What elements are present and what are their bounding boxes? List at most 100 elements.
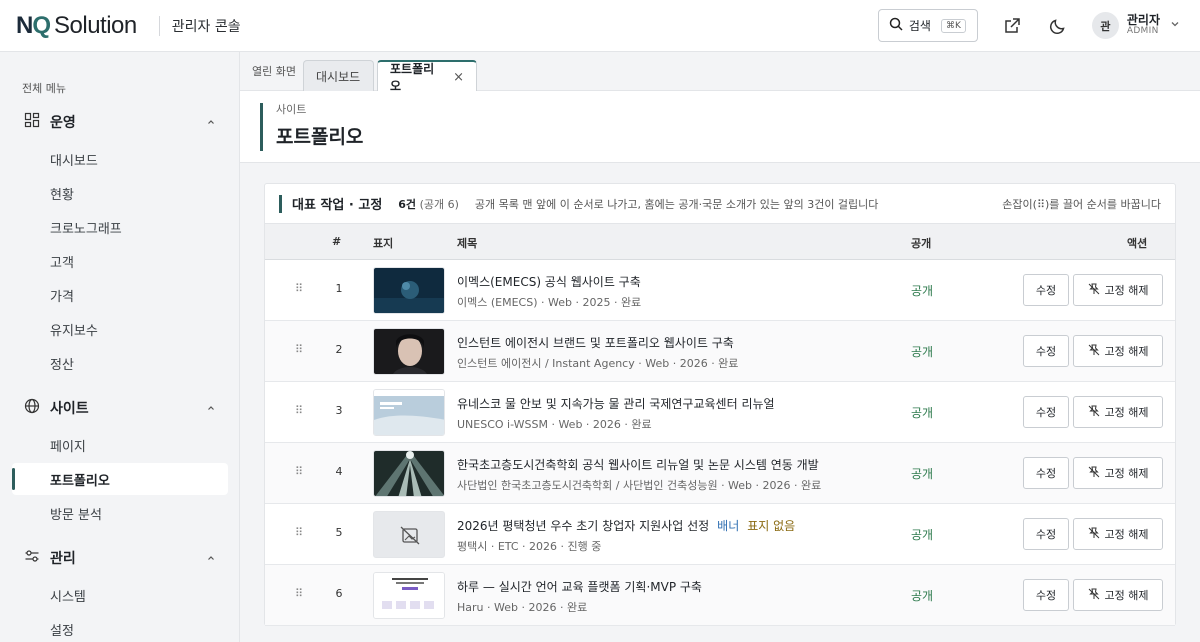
tab-label: 대시보드 — [316, 69, 361, 84]
console-title: 관리자 콘솔 — [171, 18, 241, 35]
panel-description: 공개 목록 맨 앞에 이 순서로 나가고, 홈에는 공개·국문 소개가 있는 앞… — [474, 197, 879, 211]
banner-badge: 배너 — [717, 519, 740, 533]
edit-button[interactable]: 수정 — [1023, 457, 1069, 489]
page-title-accent — [260, 103, 263, 151]
row-title[interactable]: 인스턴트 에이전시 브랜드 및 포트폴리오 웹사이트 구축 — [457, 334, 897, 351]
sidebar-group-admin[interactable]: 관리 — [0, 543, 240, 573]
sidebar-item-system[interactable]: 시스템 — [12, 579, 228, 611]
globe-icon — [24, 398, 40, 418]
unpin-label: 고정 해제 — [1104, 345, 1149, 358]
pin-off-icon — [1088, 283, 1100, 298]
drag-handle-icon[interactable]: ⠿ — [295, 282, 303, 295]
edit-button[interactable]: 수정 — [1023, 579, 1069, 611]
sidebar-group-label: 관리 — [50, 551, 76, 567]
no-cover-badge: 표지 없음 — [747, 519, 796, 533]
unpin-button[interactable]: 고정 해제 — [1073, 579, 1163, 611]
row-title[interactable]: 이멕스(EMECS) 공식 웹사이트 구축 — [457, 273, 897, 290]
sidebar-item-maintenance[interactable]: 유지보수 — [12, 313, 228, 345]
tab-label: 포트폴리오 — [390, 62, 435, 93]
row-meta: 사단법인 한국초고층도시건축학회 / 사단법인 건축성능원 · Web · 20… — [457, 479, 822, 492]
table-header: # 표지 제목 공개 액션 — [265, 223, 1175, 260]
row-title[interactable]: 2026년 평택청년 우수 초기 창업자 지원사업 선정 — [457, 519, 709, 533]
tab-portfolio[interactable]: 포트폴리오 × — [377, 60, 477, 93]
table-body: ⠿ 1 이멕스(EMECS) 공식 웹사이트 구축 이멕스 (EMECS) · … — [265, 260, 1175, 626]
drag-handle-icon[interactable]: ⠿ — [295, 526, 303, 539]
drag-handle-icon[interactable]: ⠿ — [295, 404, 303, 417]
edit-button[interactable]: 수정 — [1023, 335, 1069, 367]
status-badge: 공개 — [911, 284, 934, 298]
external-link-icon[interactable] — [1000, 14, 1024, 38]
sidebar-item-pricing[interactable]: 가격 — [12, 279, 228, 311]
sidebar-caption: 전체 메뉴 — [22, 82, 66, 95]
table-row: ⠿ 5 2026년 평택청년 우수 초기 창업자 지원사업 선정 배너 표지 없음 … — [265, 504, 1175, 565]
no-cover-placeholder — [373, 511, 445, 558]
status-badge: 공개 — [911, 406, 934, 420]
cover-thumbnail — [373, 389, 445, 436]
search-button[interactable]: 검색 ⌘K — [877, 9, 978, 42]
user-role: ADMIN — [1126, 26, 1159, 37]
sidebar-item-status[interactable]: 현황 — [12, 177, 228, 209]
sidebar-item-customers[interactable]: 고객 — [12, 245, 228, 277]
row-number: 5 — [335, 526, 343, 539]
col-title: 제목 — [457, 237, 478, 250]
edit-button[interactable]: 수정 — [1023, 274, 1069, 306]
dark-mode-icon[interactable] — [1046, 14, 1070, 38]
sidebar-group-site[interactable]: 사이트 — [0, 393, 240, 423]
table-row: ⠿ 1 이멕스(EMECS) 공식 웹사이트 구축 이멕스 (EMECS) · … — [265, 260, 1175, 321]
tab-dashboard[interactable]: 대시보드 — [303, 60, 374, 91]
drag-handle-icon[interactable]: ⠿ — [295, 343, 303, 356]
sidebar-item-settlement[interactable]: 정산 — [12, 347, 228, 379]
row-meta: UNESCO i-WSSM · Web · 2026 · 완료 — [457, 418, 652, 431]
cover-thumbnail — [373, 572, 445, 619]
unpin-label: 고정 해제 — [1104, 284, 1149, 297]
search-label: 검색 — [908, 19, 931, 33]
edit-button[interactable]: 수정 — [1023, 518, 1069, 550]
sidebar-item-visit-analytics[interactable]: 방문 분석 — [12, 497, 228, 529]
panel-title: 대표 작업 · 고정 — [292, 198, 383, 213]
pin-off-icon — [1088, 466, 1100, 481]
row-number: 1 — [335, 282, 343, 295]
sliders-icon — [24, 548, 40, 568]
unpin-button[interactable]: 고정 해제 — [1073, 396, 1163, 428]
chevron-up-icon — [206, 402, 216, 417]
edit-button[interactable]: 수정 — [1023, 396, 1069, 428]
unpin-button[interactable]: 고정 해제 — [1073, 518, 1163, 550]
sidebar-item-settings[interactable]: 설정 — [12, 613, 228, 642]
cover-thumbnail — [373, 267, 445, 314]
sidebar-item-pages[interactable]: 페이지 — [12, 429, 228, 461]
chevron-up-icon — [206, 552, 216, 567]
user-menu[interactable]: 관 관리자 ADMIN — [1091, 12, 1180, 39]
page-title: 포트폴리오 — [276, 126, 364, 148]
top-bar: NQ Solution 관리자 콘솔 검색 ⌘K 관 관리자 ADMIN — [0, 0, 1200, 52]
row-title[interactable]: 유네스코 물 안보 및 지속가능 물 관리 국제연구교육센터 리뉴얼 — [457, 395, 897, 412]
sidebar-item-chronograph[interactable]: 크로노그래프 — [12, 211, 228, 243]
table-row: ⠿ 6 하루 — 실시간 언어 교육 플랫폼 기획·MVP 구축 Haru · … — [265, 565, 1175, 626]
drag-handle-icon[interactable]: ⠿ — [295, 465, 303, 478]
breadcrumb: 사이트 — [276, 103, 307, 116]
sidebar-group-operations[interactable]: 운영 — [0, 107, 240, 137]
status-badge: 공개 — [911, 345, 934, 359]
count-value: 6건 — [398, 197, 417, 211]
sidebar-item-dashboard[interactable]: 대시보드 — [12, 143, 228, 175]
unpin-label: 고정 해제 — [1104, 467, 1149, 480]
sidebar-group-label: 운영 — [50, 115, 76, 131]
panel-header: 대표 작업 · 고정 6건 (공개 6) 공개 목록 맨 앞에 이 순서로 나가… — [265, 184, 1175, 223]
drag-handle-icon[interactable]: ⠿ — [295, 587, 303, 600]
close-icon[interactable]: × — [453, 70, 464, 85]
sidebar: 전체 메뉴 운영 대시보드 현황 크로노그래프 고객 가격 유지보수 정산 사이… — [0, 52, 240, 642]
row-title[interactable]: 하루 — 실시간 언어 교육 플랫폼 기획·MVP 구축 — [457, 578, 897, 595]
status-badge: 공개 — [911, 467, 934, 481]
chevron-up-icon — [206, 116, 216, 131]
sidebar-item-portfolio[interactable]: 포트폴리오 — [12, 463, 228, 495]
row-number: 3 — [335, 404, 343, 417]
unpin-button[interactable]: 고정 해제 — [1073, 457, 1163, 489]
panel-title-accent — [279, 194, 282, 213]
row-number: 6 — [335, 587, 343, 600]
unpin-button[interactable]: 고정 해제 — [1073, 274, 1163, 306]
row-meta: 이멕스 (EMECS) · Web · 2025 · 완료 — [457, 296, 642, 309]
header-divider — [158, 15, 160, 36]
row-title[interactable]: 한국초고층도시건축학회 공식 웹사이트 리뉴얼 및 논문 시스템 연동 개발 — [457, 456, 897, 473]
brand-logo[interactable]: NQ Solution — [16, 0, 137, 52]
unpin-button[interactable]: 고정 해제 — [1073, 335, 1163, 367]
pin-off-icon — [1088, 344, 1100, 359]
